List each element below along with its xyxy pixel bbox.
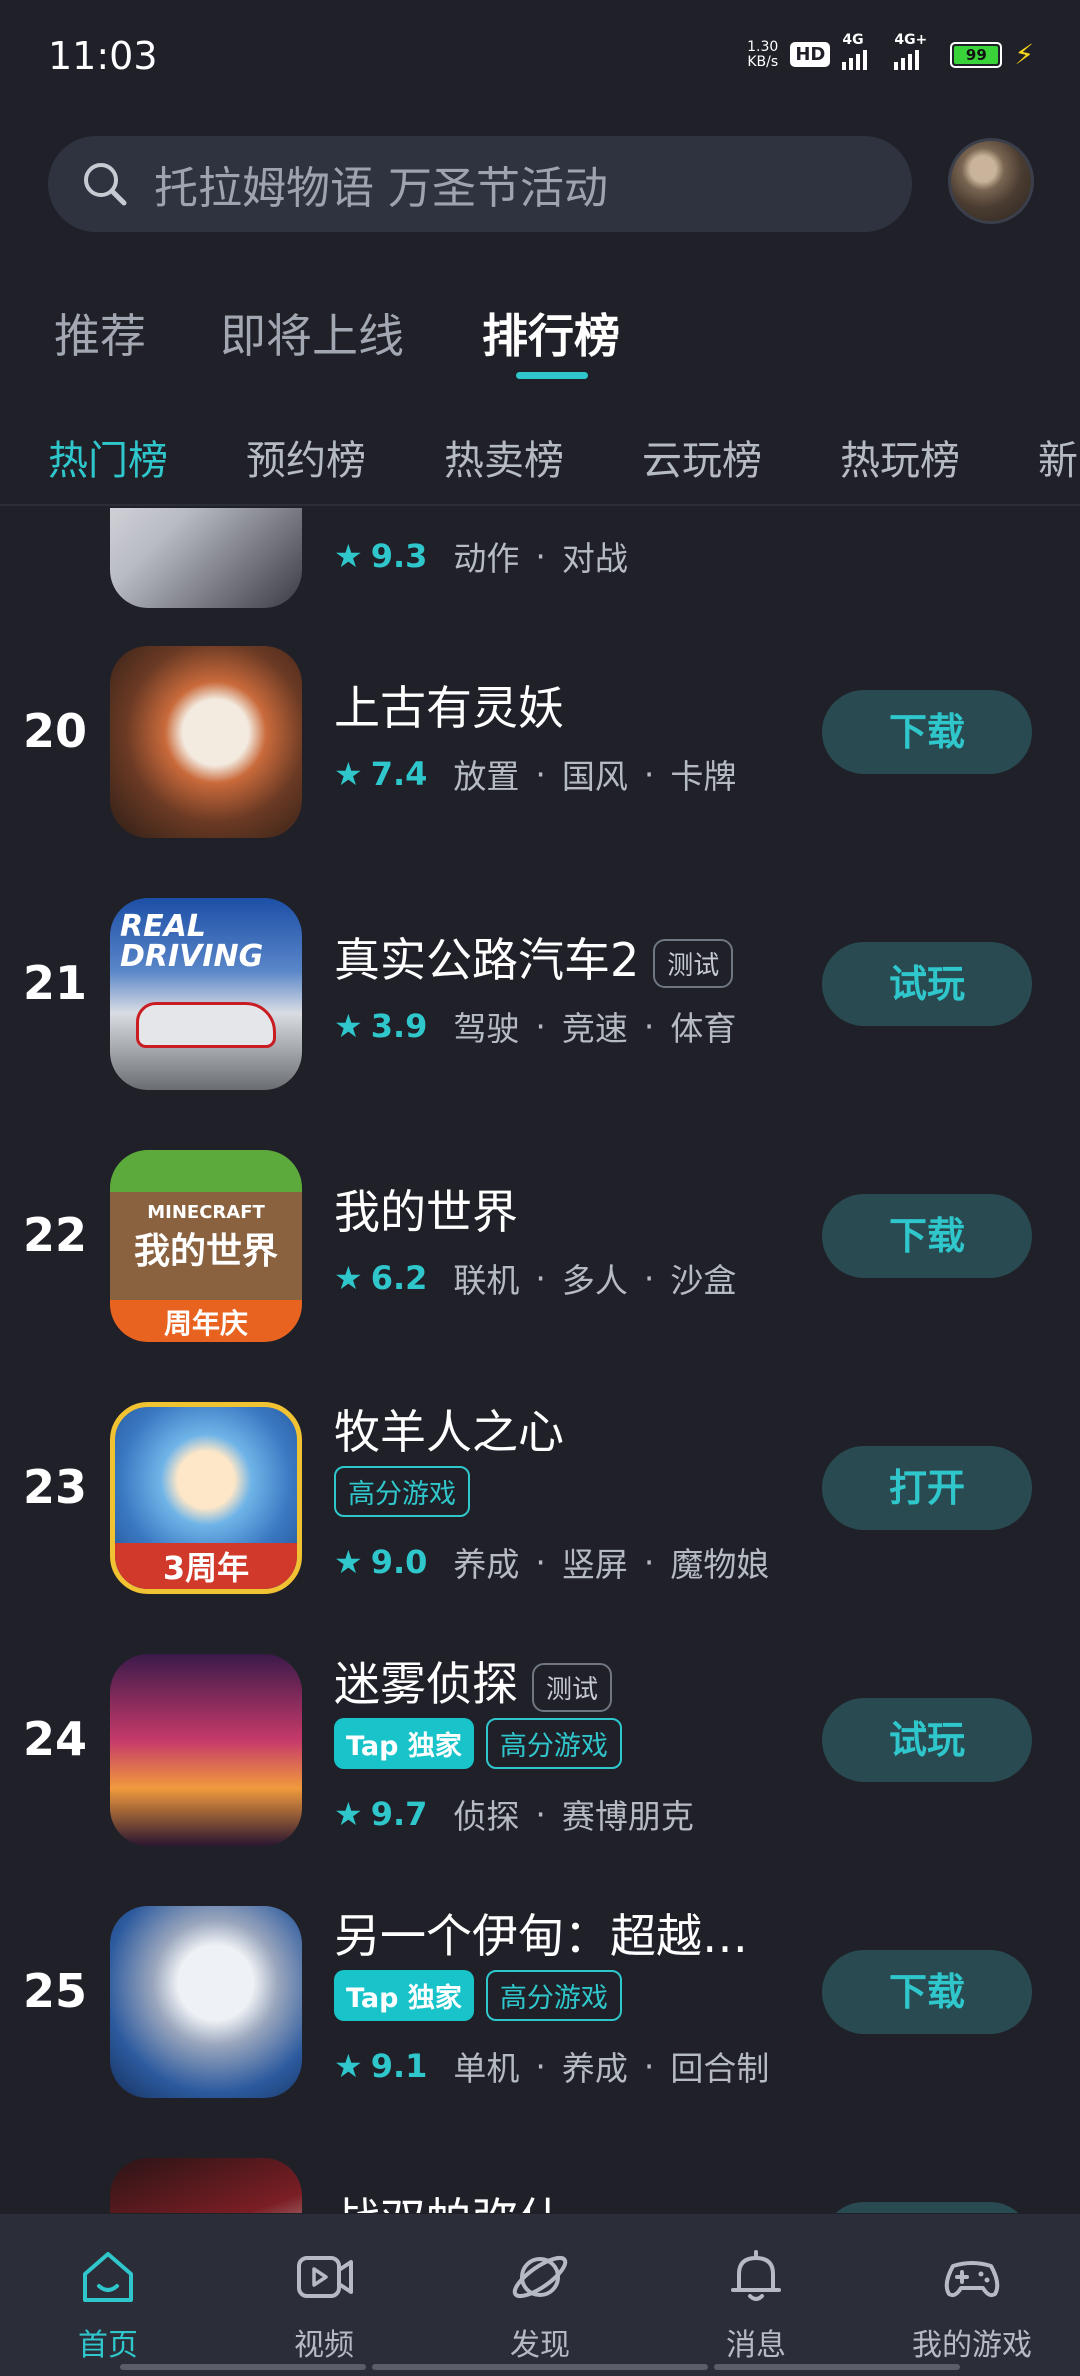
high-score-tag: 高分游戏: [485, 1970, 622, 2021]
game-meta: ★ 3.9 驾驶 · 竞速 · 体育: [334, 1006, 737, 1049]
search-placeholder: 托拉姆物语 万圣节活动: [154, 163, 608, 214]
gesture-bar: [120, 2364, 366, 2370]
gesture-bar: [714, 2364, 960, 2370]
tab-upcoming[interactable]: 即将上线: [220, 300, 404, 366]
game-name: 我的世界: [334, 1185, 518, 1239]
rank-number: 20: [22, 704, 87, 758]
bell-icon: [731, 2250, 781, 2301]
game-name: 上古有灵妖: [334, 681, 564, 735]
rank-number: 25: [22, 1964, 87, 2018]
rank-number: 21: [22, 956, 87, 1010]
nav-messages[interactable]: 消息: [648, 2244, 864, 2364]
download-button[interactable]: 下载: [822, 690, 1032, 774]
test-tag: 测试: [653, 939, 734, 988]
download-button[interactable]: 下载: [822, 1194, 1032, 1278]
tap-exclusive-tag: Tap 独家: [334, 1718, 474, 1769]
search-icon: [84, 163, 127, 206]
game-meta: ★ 6.2 联机 · 多人 · 沙盒: [334, 1258, 737, 1301]
game-meta: ★ 9.3 动作 · 对战: [334, 536, 628, 579]
subtab-hot[interactable]: 热门榜: [48, 428, 168, 486]
gamepad-icon: [944, 2261, 1000, 2298]
status-time: 11:03: [48, 34, 158, 78]
star-icon: ★: [334, 537, 363, 575]
game-name: 牧羊人之心: [334, 1405, 564, 1459]
try-button[interactable]: 试玩: [822, 942, 1032, 1026]
subtab-reserve[interactable]: 预约榜: [246, 428, 366, 486]
game-name: 另一个伊甸：超越…: [334, 1909, 748, 1963]
video-icon: [297, 2256, 353, 2298]
search-bar[interactable]: 托拉姆物语 万圣节活动: [48, 136, 912, 232]
list-item[interactable]: 22 MINECRAFT 我的世界 周年庆 我的世界 ★ 6.2 联机 · 多人…: [0, 1112, 1080, 1364]
screen: 11:03 1.30 KB/s HD 4G 4G+ 99 ⚡ 托拉姆物语 万圣节…: [0, 0, 1080, 2376]
nav-my-games[interactable]: 我的游戏: [864, 2244, 1080, 2364]
star-icon: ★: [334, 1795, 363, 1833]
signal-icon: 4G: [842, 32, 882, 70]
download-button[interactable]: 下载: [822, 1950, 1032, 2034]
high-score-tag: 高分游戏: [334, 1466, 470, 1517]
planet-icon: [512, 2255, 568, 2299]
status-icons: 1.30 KB/s HD 4G 4G+ 99 ⚡: [747, 32, 1034, 72]
battery-icon: 99: [950, 41, 1003, 68]
subtab-bestseller[interactable]: 热卖榜: [444, 428, 564, 486]
tab-rankings[interactable]: 排行榜: [482, 300, 620, 366]
subtab-hotplay[interactable]: 热玩榜: [840, 428, 960, 486]
game-icon: REAL DRIVING: [110, 898, 302, 1090]
list-item[interactable]: 21 REAL DRIVING 真实公路汽车2 测试 ★ 3.9 驾驶 · 竞速 …: [0, 860, 1080, 1112]
star-icon: ★: [334, 1259, 363, 1297]
tab-recommend[interactable]: 推荐: [54, 300, 146, 366]
list-item[interactable]: 23 3周年 牧羊人之心 高分游戏 ★ 9.0 养成 · 竖屏 · 魔物娘 打开: [0, 1364, 1080, 1616]
list-item-partial-bottom[interactable]: 战双帕弥什: [0, 2120, 1080, 2213]
nav-video[interactable]: 视频: [216, 2244, 432, 2364]
rank-number: 23: [22, 1460, 87, 1514]
list-item[interactable]: 25 另一个伊甸：超越… Tap 独家 高分游戏 ★ 9.1 单机 · 养成 ·…: [0, 1868, 1080, 2120]
star-icon: ★: [334, 1543, 363, 1581]
star-icon: ★: [334, 755, 363, 793]
game-icon: [110, 1654, 302, 1846]
hd-icon: HD: [790, 42, 831, 67]
list-item[interactable]: 20 上古有灵妖 ★ 7.4 放置 · 国风 · 卡牌 下载: [0, 608, 1080, 860]
game-icon: [110, 2158, 302, 2213]
open-button[interactable]: 打开: [822, 1446, 1032, 1530]
game-icon: [110, 646, 302, 838]
bottom-nav: 首页 视频 发现 消息 我的游戏: [0, 2214, 1080, 2376]
avatar[interactable]: [948, 138, 1034, 224]
rank-number: 22: [22, 1208, 87, 1262]
subtab-cloud[interactable]: 云玩榜: [642, 428, 762, 486]
top-tabs: 推荐 即将上线 排行榜: [0, 290, 1080, 390]
game-icon: 3周年: [110, 1402, 302, 1594]
subtab-new[interactable]: 新: [1038, 428, 1078, 486]
gesture-bar: [372, 2364, 708, 2370]
game-name: 真实公路汽车2 测试: [334, 924, 734, 990]
star-icon: ★: [334, 2047, 363, 2085]
list-item[interactable]: 24 迷雾侦探 测试 Tap 独家 高分游戏 ★ 9.7 侦探 · 赛博朋克 试玩: [0, 1616, 1080, 1868]
game-icon: MINECRAFT 我的世界 周年庆: [110, 1150, 302, 1342]
tab-indicator: [516, 372, 588, 379]
network-speed: 1.30 KB/s: [747, 38, 779, 70]
nav-home[interactable]: 首页: [0, 2244, 216, 2364]
game-meta: ★ 9.7 侦探 · 赛博朋克: [334, 1794, 694, 1837]
signal-icon: 4G+: [894, 32, 938, 70]
rank-number: 24: [22, 1712, 87, 1766]
charging-icon: ⚡: [1014, 38, 1034, 71]
try-button[interactable]: 试玩: [822, 1698, 1032, 1782]
sub-tabs: 热门榜 预约榜 热卖榜 云玩榜 热玩榜 新: [0, 410, 1080, 506]
game-icon: [110, 1906, 302, 2098]
status-bar: 11:03 1.30 KB/s HD 4G 4G+ 99 ⚡: [0, 0, 1080, 115]
tap-exclusive-tag: Tap 独家: [334, 1970, 474, 2021]
game-icon: [110, 508, 302, 608]
star-icon: ★: [334, 1007, 363, 1045]
nav-discover[interactable]: 发现: [432, 2244, 648, 2364]
high-score-tag: 高分游戏: [485, 1718, 622, 1769]
game-name: 迷雾侦探 测试: [334, 1648, 613, 1714]
game-name: 战双帕弥什: [334, 2184, 564, 2213]
ranking-list: ★ 9.3 动作 · 对战 20 上古有灵妖 ★ 7.4 放置 · 国风 · 卡…: [0, 508, 1080, 2213]
game-meta: ★ 7.4 放置 · 国风 · 卡牌: [334, 754, 737, 797]
game-meta: ★ 9.1 单机 · 养成 · 回合制: [334, 2046, 770, 2089]
test-tag: 测试: [532, 1663, 613, 1712]
home-icon: [83, 2252, 133, 2302]
game-meta: ★ 9.0 养成 · 竖屏 · 魔物娘: [334, 1542, 770, 1585]
download-button[interactable]: [822, 2202, 1032, 2213]
